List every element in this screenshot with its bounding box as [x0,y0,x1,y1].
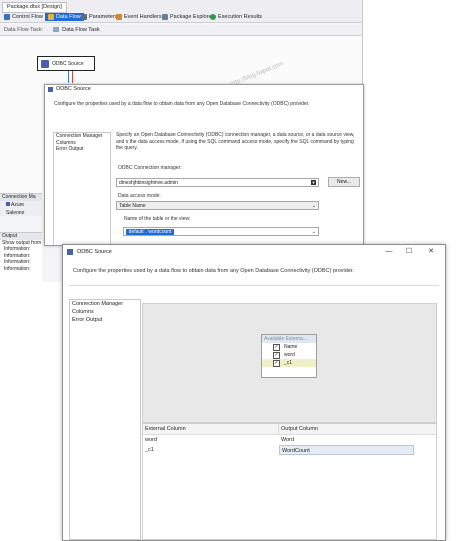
checkbox-checked-icon[interactable]: ✓ [273,360,280,367]
odbc-source-dialog-back: ODBC Source Configure the properties use… [44,84,364,246]
parameters-icon [81,13,87,20]
output-panel: Output Show output from Information: Inf… [0,232,42,282]
designer-tabs-bar: Package.dtsx [Design] Control Flow Data … [0,0,362,23]
close-button[interactable]: ✕ [424,245,438,259]
chevron-down-icon: ⌄ [311,203,316,209]
dialog-app-icon [67,249,73,255]
available-columns-area: Available Externa... ✓ Name ✓ word ✓ _c1 [142,303,437,423]
output-line: Information: [4,265,31,272]
table-row[interactable]: word Word [143,435,436,445]
external-column-row[interactable]: ✓ _c1 [262,359,316,367]
nav-error-output[interactable]: Error Output [54,146,110,153]
odbc-source-icon [41,60,49,68]
dialog-description: Configure the properties used by a data … [73,268,354,274]
tab-package-explorer[interactable]: Package Explorer [162,13,213,21]
data-flow-icon [48,13,54,20]
package-explorer-icon [162,13,168,20]
external-column-cell: word [145,437,157,443]
control-flow-icon [4,13,10,20]
new-connection-button[interactable]: New... [328,177,360,187]
external-column-cell: _c1 [145,447,154,453]
data-flow-task-select[interactable]: Data Flow Task [62,27,100,33]
execution-results-icon [210,13,216,20]
data-access-mode-label: Data access mode: [118,193,161,199]
document-tab[interactable]: Package.dtsx [Design] [2,2,67,13]
tab-control-flow[interactable]: Control Flow [4,13,43,21]
data-path-arrow [68,71,69,83]
available-external-columns: Available Externa... ✓ Name ✓ word ✓ _c1 [261,334,317,378]
table-row[interactable]: _c1 WordCount [143,445,436,455]
task-icon [52,27,59,33]
connection-manager-item[interactable]: Azure Saleone [0,201,42,217]
chevron-down-icon: ⌄ [311,229,316,235]
connection-instructions: Specify an Open Database Connectivity (O… [116,132,355,151]
data-flow-task-label: Data Flow Task: [4,27,44,33]
external-column-row[interactable]: ✓ Name [262,343,316,351]
tab-data-flow[interactable]: Data Flow [45,13,84,21]
dialog-title: ODBC Source [77,249,112,255]
divider [69,285,439,286]
nav-columns[interactable]: Columns [70,308,140,316]
connection-managers-header: Connection Ma [0,194,42,201]
dialog-description: Configure the properties used by a data … [54,101,310,107]
odbc-source-dialog-front: ODBC Source — ☐ ✕ Configure the properti… [62,244,446,541]
dialog-title: ODBC Source [56,86,91,92]
tab-parameters[interactable]: Parameters [81,13,117,21]
external-columns-header: Available Externa... [262,335,316,343]
maximize-button[interactable]: ☐ [402,245,416,259]
nav-connection-manager[interactable]: Connection Manager [70,300,140,308]
nav-panel: Connection Manager Columns Error Output [53,132,111,245]
header-output-column: Output Column [281,426,318,432]
dialog-app-icon [48,87,53,92]
minimize-button[interactable]: — [382,245,396,259]
nav-panel: Connection Manager Columns Error Output [69,299,141,540]
connection-icon [6,202,10,206]
table-name-label: Name of the table or the view: [124,216,191,222]
checkbox-checked-icon[interactable]: ✓ [273,352,280,359]
column-mapping-grid: External Column Output Column word Word … [142,423,437,540]
connection-manager-label: ODBC Connection manager: [118,165,182,171]
grid-header-row: External Column Output Column [143,424,436,435]
nav-error-output[interactable]: Error Output [70,316,140,324]
chevron-down-icon: ▼ [311,180,316,185]
connection-manager-select[interactable]: dineshjhbinsightnve.admin ▼ [116,178,319,187]
data-access-mode-select[interactable]: Table Name ⌄ [116,201,319,210]
odbc-source-component[interactable]: ODBC Source [37,56,95,71]
nav-connection-manager[interactable]: Connection Manager [54,133,110,140]
tab-execution-results[interactable]: Execution Results [210,13,262,21]
connection-managers-panel: Connection Ma Azure Saleone [0,193,42,216]
output-column-cell[interactable]: Word [279,435,414,445]
header-external-column: External Column [143,424,279,434]
checkbox-checked-icon[interactable]: ✓ [273,344,280,351]
error-path-arrow [72,71,73,83]
external-column-row[interactable]: ✓ word [262,351,316,359]
data-flow-task-bar: Data Flow Task: Data Flow Task [0,25,362,36]
output-column-cell[interactable]: WordCount [279,445,414,455]
tab-event-handlers[interactable]: Event Handlers [116,13,162,21]
table-name-select[interactable]: `default`.`wordcount` ⌄ [123,227,319,236]
event-handlers-icon [116,13,122,20]
